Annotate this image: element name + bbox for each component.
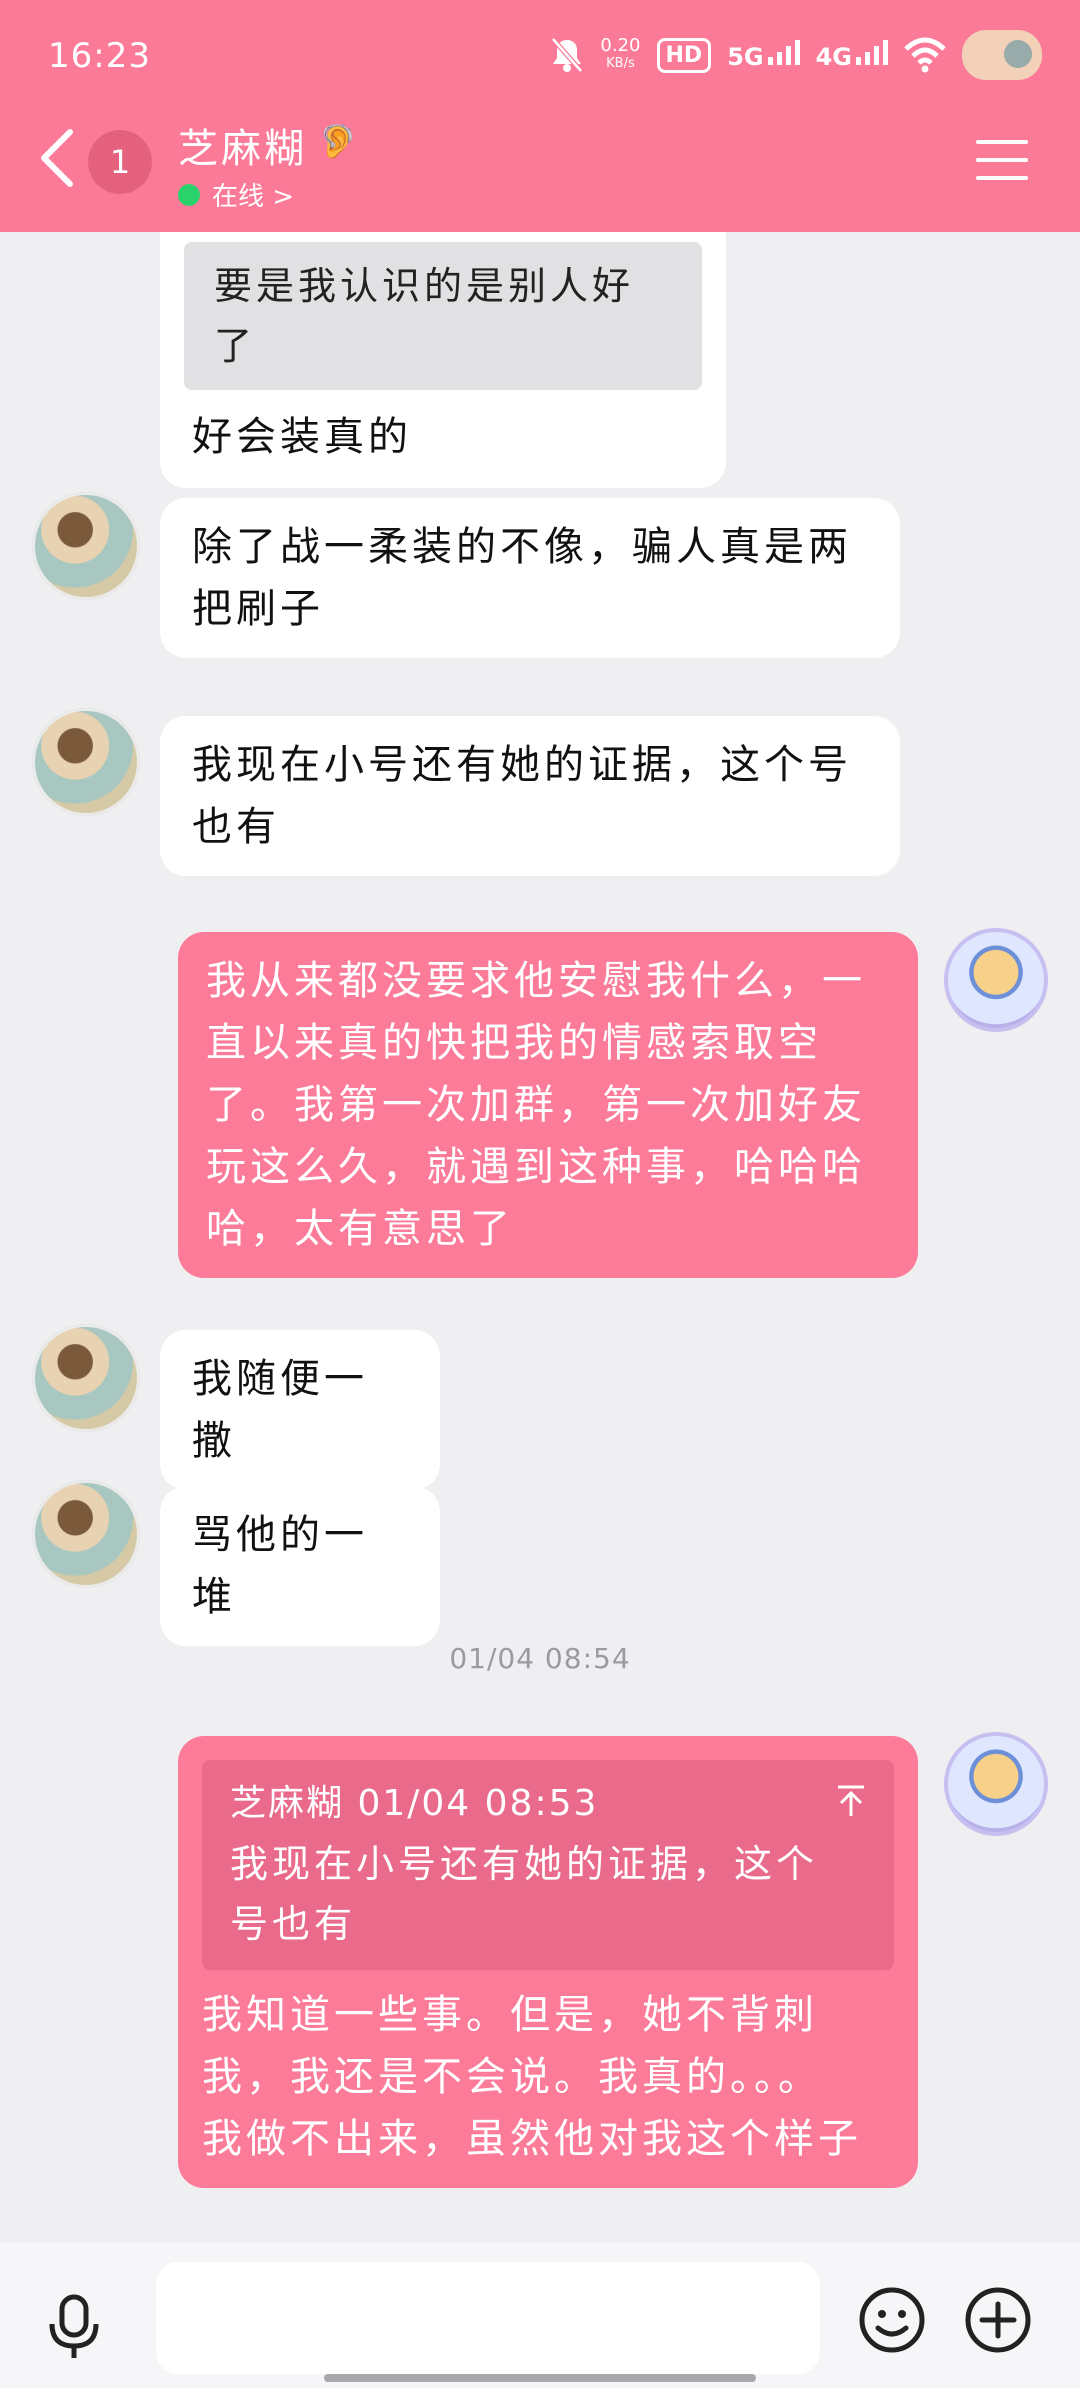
ear-icon: 🦻 bbox=[318, 122, 358, 160]
self-avatar[interactable] bbox=[944, 1732, 1048, 1836]
jump-to-top-icon[interactable] bbox=[834, 1784, 868, 1818]
network-4g: 4G bbox=[816, 39, 888, 71]
back-icon[interactable] bbox=[36, 128, 76, 188]
chat-area[interactable]: 要是我认识的是别人好了 好会装真的 除了战一柔装的不像，骗人真是两 把刷子 我现… bbox=[0, 232, 1080, 2242]
self-avatar[interactable] bbox=[944, 928, 1048, 1032]
avatar[interactable] bbox=[32, 708, 140, 816]
message-bubble[interactable]: 要是我认识的是别人好了 好会装真的 bbox=[160, 232, 726, 488]
message-timestamp: 01/04 08:54 bbox=[449, 1642, 631, 1675]
battery-icon bbox=[962, 30, 1042, 80]
menu-icon[interactable] bbox=[976, 140, 1028, 180]
avatar[interactable] bbox=[32, 1480, 140, 1588]
message-text: 好会装真的 bbox=[192, 414, 412, 460]
message-input[interactable] bbox=[156, 2262, 820, 2374]
quote-header: 芝麻糊 01/04 08:53 bbox=[230, 1783, 599, 1824]
unread-count-badge[interactable]: 1 bbox=[88, 130, 152, 194]
avatar[interactable] bbox=[32, 492, 140, 600]
online-status[interactable]: 在线 > bbox=[178, 176, 294, 213]
top-bar: 16:23 0.20 KB/s HD 5G 4G 1 芝麻糊 🦻 在线 > bbox=[0, 0, 1080, 232]
network-5g: 5G bbox=[727, 39, 800, 71]
online-dot-icon bbox=[178, 183, 200, 206]
mic-icon[interactable] bbox=[44, 2294, 104, 2360]
net-speed: 0.20 KB/s bbox=[600, 35, 641, 72]
home-indicator[interactable] bbox=[324, 2374, 756, 2382]
status-icons: 0.20 KB/s HD 5G 4G bbox=[550, 30, 1042, 80]
quoted-message[interactable]: 芝麻糊 01/04 08:53 我现在小号还有她的证据，这个 号也有 bbox=[202, 1760, 894, 1970]
message-bubble[interactable]: 除了战一柔装的不像，骗人真是两 把刷子 bbox=[160, 498, 900, 658]
avatar[interactable] bbox=[32, 1324, 140, 1432]
plus-icon[interactable] bbox=[964, 2286, 1032, 2354]
quoted-message[interactable]: 要是我认识的是别人好了 bbox=[184, 242, 702, 390]
message-bubble[interactable]: 骂他的一堆 bbox=[160, 1486, 440, 1646]
mute-bell-icon bbox=[551, 37, 584, 73]
message-bubble[interactable]: 我随便一撒 bbox=[160, 1330, 440, 1490]
emoji-icon[interactable] bbox=[858, 2286, 926, 2354]
self-message-bubble[interactable]: 芝麻糊 01/04 08:53 我现在小号还有她的证据，这个 号也有 我知道一些… bbox=[178, 1736, 918, 2188]
input-bar bbox=[0, 2242, 1080, 2388]
status-time: 16:23 bbox=[48, 36, 151, 76]
self-message-bubble[interactable]: 我从来都没要求他安慰我什么，一 直以来真的快把我的情感索取空 了。我第一次加群，… bbox=[178, 932, 918, 1278]
hd-badge: HD bbox=[656, 37, 712, 73]
wifi-icon bbox=[904, 37, 946, 73]
message-bubble[interactable]: 我现在小号还有她的证据，这个号 也有 bbox=[160, 716, 900, 876]
contact-name[interactable]: 芝麻糊 bbox=[178, 116, 307, 174]
